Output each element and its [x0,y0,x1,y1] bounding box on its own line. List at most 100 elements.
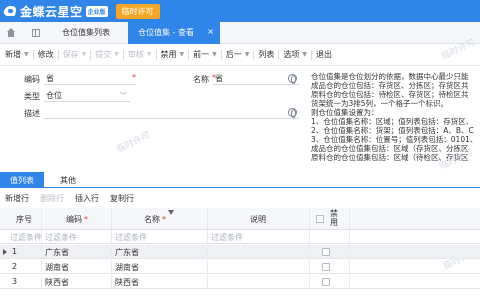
filter-icon[interactable] [168,210,174,215]
add-row-button[interactable]: 新增行 [5,193,29,204]
multilanguage-icon[interactable] [288,74,297,84]
audit-button[interactable]: 审核 ▼ [128,49,152,60]
column-header-seq[interactable]: 序号 [0,208,42,229]
cell-seq: 2 [0,260,42,273]
options-button[interactable]: 选项 ▼ [283,49,307,60]
entry-tabs: 值列表 其他 [0,172,480,188]
toolbar-divider [253,49,255,60]
save-button[interactable]: 保存 ▼ [63,49,87,60]
next-button[interactable]: 后一 ▼ [226,49,250,60]
column-header-note[interactable]: 说明 [208,208,310,229]
cell-disabled [310,245,350,258]
chevron-down-icon: ▼ [81,51,87,58]
chevron-down-icon: ▼ [302,51,307,58]
cell-note[interactable] [208,275,310,288]
filter-cell-disabled[interactable] [310,230,350,243]
filter-row: 过滤条件 过滤条件 过滤条件 过滤条件 [0,230,480,244]
home-icon[interactable] [6,28,16,38]
watermark: 临时许可 [115,130,153,156]
code-label: 编码 [24,75,40,84]
type-select[interactable]: 仓位 [44,89,130,102]
tab-location-value-set-view[interactable]: 仓位值集 - 查看 × [128,22,220,44]
insert-row-button[interactable]: 插入行 [75,193,99,204]
description-field[interactable] [44,106,299,119]
filter-cell-code[interactable]: 过滤条件 [42,230,112,243]
disabled-checkbox[interactable] [322,263,330,271]
close-tab-icon[interactable]: × [207,27,214,36]
tab-label: 仓位值集 - 查看 [138,28,194,37]
disabled-checkbox[interactable] [322,248,330,256]
description-label: 描述 [24,109,40,118]
entry-toolbar: 新增行 删除行 插入行 复制行 [0,190,145,206]
menu-grid-icon[interactable] [32,29,40,37]
chevron-down-icon[interactable]: ﹀ [120,91,127,101]
toolbar-divider [311,49,312,60]
cell-disabled [310,275,350,288]
grid-header: 序号 编码 * 名称 * 说明 禁用 [0,208,480,230]
temporary-license-button[interactable]: 临时许可 [115,3,160,19]
toolbar-divider [220,49,222,60]
tab-location-value-set-list[interactable]: 仓位值集列表 [62,27,110,38]
toolbar-divider [90,49,92,60]
type-label: 类型 [24,92,40,101]
kingdee-logo-icon [3,4,17,18]
submit-button[interactable]: 提交 ▼ [95,49,119,60]
disable-button[interactable]: 禁用 ▼ [161,49,185,60]
disabled-header-label: 禁用 [330,209,338,227]
chevron-down-icon: ▼ [146,51,152,58]
filter-cell-seq[interactable]: 过滤条件 [0,230,42,243]
name-label: 名称 [193,75,209,84]
filter-cell-name[interactable]: 过滤条件 [112,230,208,243]
cell-note[interactable] [208,245,310,258]
edition-badge: 企业版 [85,5,108,17]
disabled-checkbox[interactable] [322,278,330,286]
chevron-down-icon: ▼ [24,51,29,58]
cell-code[interactable]: 广东省 [42,245,112,258]
cell-code[interactable]: 湖南省 [42,260,112,273]
main-toolbar: 新增 ▼ 修改 保存 ▼ 提交 ▼ 审核 ▼ 禁用 ▼ 前一 ▼ 后一 ▼ 列表 选项 ▼ 退出 [0,44,480,66]
tab-other[interactable]: 其他 [60,175,76,186]
chevron-down-icon: ▼ [212,51,217,58]
list-button[interactable]: 列表 [258,49,274,60]
toolbar-divider [278,49,280,60]
toolbar-divider [188,49,190,60]
filter-cell-note[interactable]: 过滤条件 [208,230,310,243]
cell-note[interactable] [208,260,310,273]
select-all-checkbox[interactable] [316,215,324,223]
cell-name[interactable]: 陕西省 [112,275,208,288]
toolbar-divider [32,49,34,60]
required-mark: * [212,73,216,82]
required-mark: * [132,73,136,82]
edit-button[interactable]: 修改 [38,49,54,60]
copy-row-button[interactable]: 复制行 [110,193,134,204]
new-button[interactable]: 新增 ▼ [5,49,29,60]
previous-button[interactable]: 前一 ▼ [193,49,217,60]
cell-code[interactable]: 陕西省 [42,275,112,288]
code-field[interactable]: 省 [44,72,136,85]
cell-disabled [310,260,350,273]
chevron-down-icon: ▼ [114,51,119,58]
cell-seq: 3 [0,275,42,288]
app-header: 金蝶云星空 企业版 临时许可 [0,0,480,22]
table-row[interactable]: 3 陕西省 陕西省 [0,275,480,289]
toolbar-divider [122,49,124,60]
multilanguage-icon[interactable] [288,108,297,118]
delete-row-button[interactable]: 删除行 [40,193,64,204]
toolbar-divider [57,49,59,60]
name-field[interactable]: 省 [213,72,299,85]
column-header-name[interactable]: 名称 * [112,208,208,229]
toolbar-divider [155,49,157,60]
exit-button[interactable]: 退出 [316,49,332,60]
cell-seq: 1 [0,245,42,258]
brand-name: 金蝶云星空 [20,4,83,19]
table-row[interactable]: 2 湖南省 湖南省 [0,260,480,274]
cell-name[interactable]: 湖南省 [112,260,208,273]
tab-value-list[interactable]: 值列表 [0,172,44,188]
tab-bar: 仓位值集列表 仓位值集 - 查看 × [0,22,480,44]
column-header-disabled[interactable]: 禁用 [310,208,350,229]
chevron-down-icon: ▼ [179,51,185,58]
column-header-code[interactable]: 编码 * [42,208,112,229]
cell-name[interactable]: 广东省 [112,245,208,258]
chevron-down-icon: ▼ [244,51,250,58]
table-row[interactable]: 1 广东省 广东省 [0,245,480,259]
